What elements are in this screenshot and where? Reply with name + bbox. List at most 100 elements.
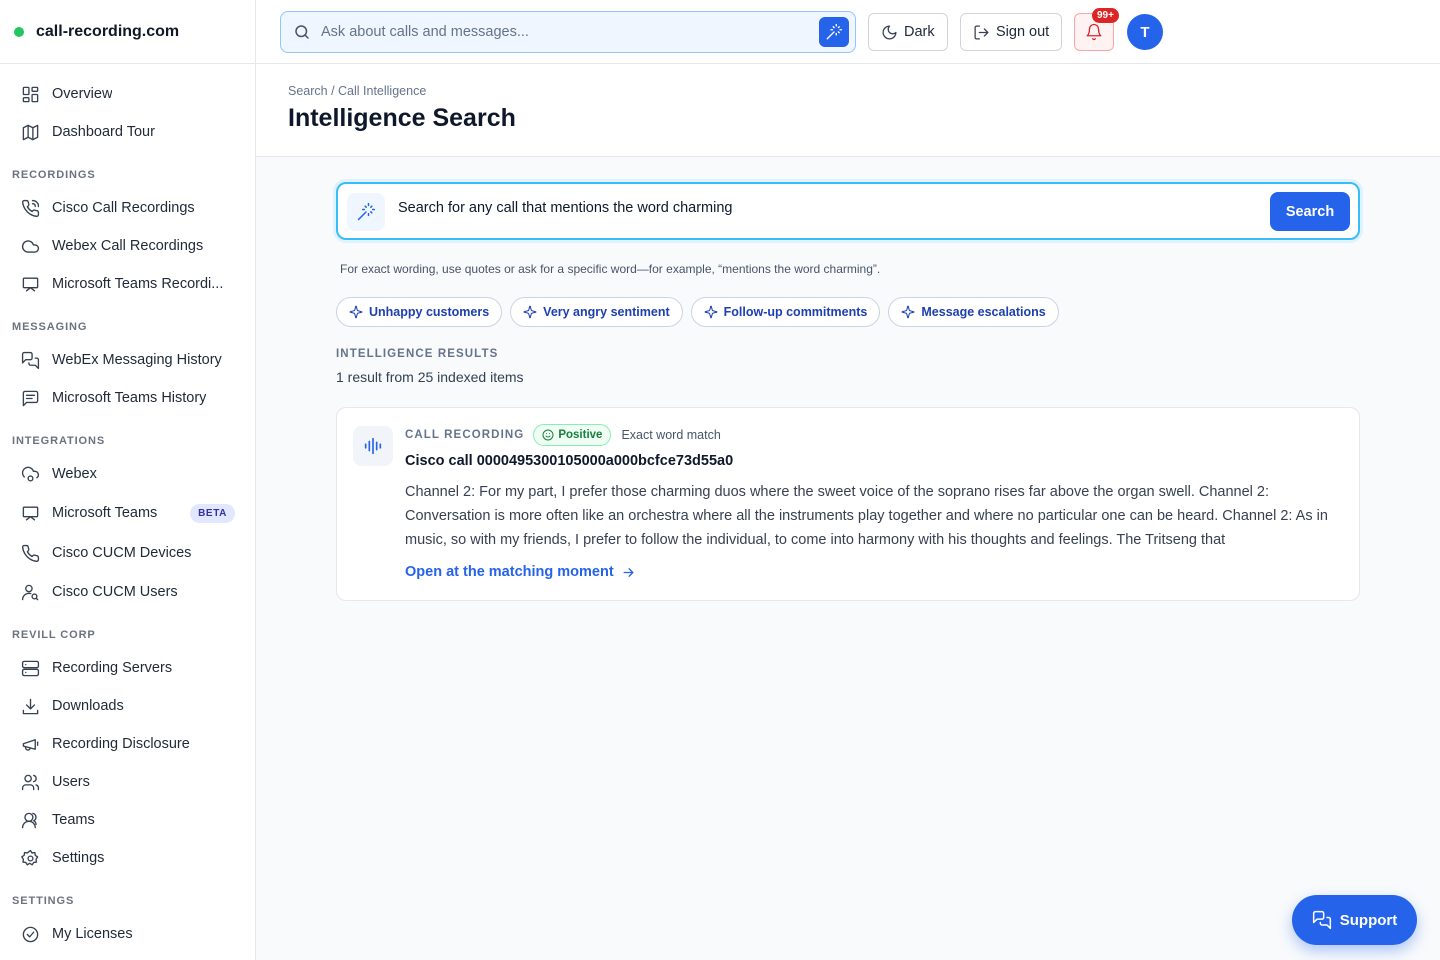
open-matching-moment-link[interactable]: Open at the matching moment [405,564,636,580]
sidebar-item-label: Settings [52,850,105,866]
section-title-revill-corp: REVILL CORP [12,629,96,641]
section-title-settings: SETTINGS [12,895,75,907]
dark-mode-label: Dark [904,24,935,40]
sidebar-item-settings[interactable]: Settings [0,839,255,877]
ai-wand-button[interactable] [819,17,849,47]
brand[interactable]: call-recording.com [0,0,255,64]
suggestion-chips: Unhappy customers Very angry sentiment F… [336,297,1067,327]
audio-waveform-icon [353,426,393,466]
sidebar-item-label: Cisco Call Recordings [52,200,195,216]
sidebar-item-label: Users [52,774,90,790]
sidebar-item-webex[interactable]: Webex [0,455,255,493]
suggestion-chip-label: Message escalations [921,305,1046,319]
result-snippet: Channel 2: For my part, I prefer those c… [405,484,1328,548]
sidebar-item-teams[interactable]: Teams [0,801,255,839]
sidebar-item-label: My Licenses [52,926,133,942]
sidebar-item-overview[interactable]: Overview [0,75,255,113]
sidebar-item-microsoft-teams[interactable]: Microsoft Teams BETA [0,493,255,533]
results-count: 1 result from 25 indexed items [336,369,524,385]
section-title-integrations: INTEGRATIONS [12,435,106,447]
gear-icon [20,848,40,868]
sidebar-item-webex-call-recordings[interactable]: Webex Call Recordings [0,227,255,265]
intelligence-search-box: Search [336,182,1360,240]
monitor-icon [20,274,40,294]
sidebar-item-label: Webex Call Recordings [52,238,204,254]
sign-out-button[interactable]: Sign out [960,13,1063,51]
sidebar-item-label: Teams [52,812,95,828]
cloud-icon [20,236,40,256]
sidebar-item-label: Recording Servers [52,660,173,676]
sidebar-item-webex-messaging-history[interactable]: WebEx Messaging History [0,341,255,379]
page-header: Search / Call Intelligence Intelligence … [256,64,1440,157]
monitor-icon [20,503,40,523]
sidebar-item-users[interactable]: Users [0,763,255,801]
bell-icon [1086,23,1102,41]
section-title-messaging: MESSAGING [12,321,88,333]
search-button[interactable]: Search [1270,192,1350,231]
wand-icon [347,193,385,231]
sparkles-icon [901,305,915,319]
sidebar-item-label: Microsoft Teams History [52,390,207,406]
result-title[interactable]: Cisco call 0000495300105000a000bcfce73d5… [405,453,733,469]
sidebar-item-cisco-call-recordings[interactable]: Cisco Call Recordings [0,189,255,227]
suggestion-chip-very-angry-sentiment[interactable]: Very angry sentiment [510,297,683,327]
sidebar-item-microsoft-teams-recordings[interactable]: Microsoft Teams Recordi... [0,265,255,303]
download-icon [20,696,40,716]
sidebar-item-label: Recording Disclosure [52,736,190,752]
suggestion-chip-follow-up-commitments[interactable]: Follow-up commitments [690,297,881,327]
support-label: Support [1339,911,1398,929]
sidebar-item-recording-disclosure[interactable]: Recording Disclosure [0,725,255,763]
support-button[interactable]: Support [1292,895,1417,945]
open-matching-moment-label: Open at the matching moment [405,564,614,580]
ask-search-input[interactable] [321,24,801,40]
grid-icon [20,84,40,104]
sentiment-badge: Positive [533,424,612,446]
suggestion-chip-unhappy-customers[interactable]: Unhappy customers [336,297,503,327]
sparkles-icon [523,305,537,319]
suggestion-chip-message-escalations[interactable]: Message escalations [888,297,1059,327]
ask-search-box [280,11,856,53]
results-heading: INTELLIGENCE RESULTS [336,348,499,360]
sidebar-item-dashboard-tour[interactable]: Dashboard Tour [0,113,255,151]
result-meta: CALL RECORDING Positive Exact word match [405,424,721,446]
search-hint: For exact wording, use quotes or ask for… [340,262,881,276]
suggestion-chip-label: Unhappy customers [369,305,490,319]
sidebar-item-recording-servers[interactable]: Recording Servers [0,649,255,687]
sidebar-item-label: Microsoft Teams [52,505,158,521]
users-icon [20,772,40,792]
notification-count-badge: 99+ [1092,8,1119,23]
page-title: Intelligence Search [288,104,516,132]
sidebar-nav: Overview Dashboard Tour RECORDINGS Cisco… [0,64,255,953]
beta-badge: BETA [190,503,235,523]
sentiment-label: Positive [558,429,603,441]
sidebar-item-microsoft-teams-history[interactable]: Microsoft Teams History [0,379,255,417]
sparkles-icon [704,305,718,319]
intelligence-search-input[interactable] [398,200,1248,216]
user-group-icon [20,810,40,830]
topbar: Dark Sign out 99+ T [256,0,1440,64]
sidebar-item-label: Cisco CUCM Devices [52,545,192,561]
cloud-cog-icon [20,464,40,484]
search-icon [293,23,311,41]
breadcrumb: Search / Call Intelligence [288,84,427,98]
result-card: CALL RECORDING Positive Exact word match… [336,407,1360,601]
check-circle-icon [20,924,40,944]
phone-icon [20,543,40,563]
sidebar-item-cisco-cucm-devices[interactable]: Cisco CUCM Devices [0,533,255,573]
sidebar-item-label: Overview [52,86,113,102]
message-square-text-icon [20,388,40,408]
sidebar-item-label: Dashboard Tour [52,124,155,140]
dark-mode-button[interactable]: Dark [868,13,948,51]
sparkles-icon [349,305,363,319]
avatar[interactable]: T [1127,14,1163,50]
match-type: Exact word match [621,428,721,442]
sidebar-item-label: Downloads [52,698,124,714]
sidebar-item-label: Cisco CUCM Users [52,584,178,600]
sidebar-item-label: Webex [52,466,97,482]
sign-out-icon [974,24,989,40]
suggestion-chip-label: Very angry sentiment [543,305,670,319]
sidebar-item-cisco-cucm-users[interactable]: Cisco CUCM Users [0,573,255,611]
smile-icon [542,429,554,441]
sidebar-item-downloads[interactable]: Downloads [0,687,255,725]
sidebar-item-my-licenses[interactable]: My Licenses [0,915,255,953]
